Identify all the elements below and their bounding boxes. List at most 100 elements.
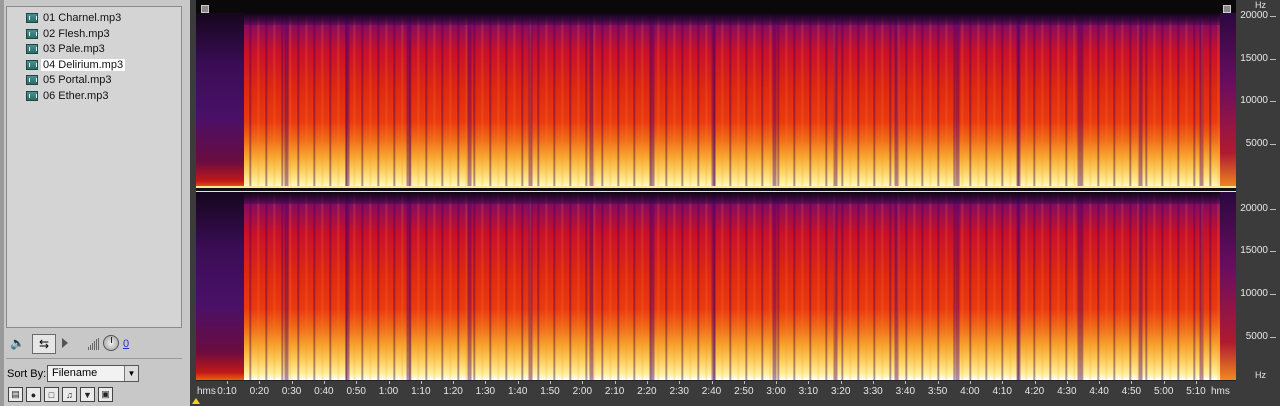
time-tick-label: 0:30 <box>281 386 302 397</box>
time-tick <box>227 381 228 384</box>
time-tick-label: 3:40 <box>895 386 916 397</box>
file-list-item[interactable]: 05 Portal.mp3 <box>26 73 113 87</box>
file-name: 06 Ether.mp3 <box>43 89 109 102</box>
channel-right-spectrogram[interactable] <box>196 192 1236 380</box>
time-tick-label: 2:20 <box>637 386 657 397</box>
spectrogram-silence-end <box>1220 192 1236 380</box>
audio-file-icon <box>26 44 38 54</box>
zoom-handle-left-icon[interactable] <box>201 5 209 13</box>
audio-file-icon <box>26 75 38 85</box>
audition-window: 01 Charnel.mp3 02 Flesh.mp3 03 Pale.mp3 04 … <box>0 0 1280 406</box>
panel-divider <box>6 358 182 359</box>
panel-edge <box>0 0 4 406</box>
record-button[interactable]: □ <box>44 387 59 402</box>
spectrogram-top-band <box>196 13 1236 25</box>
time-tick <box>550 381 551 384</box>
spectrogram-top-band <box>196 192 1236 204</box>
music-button[interactable]: ♫ <box>62 387 77 402</box>
file-name: 01 Charnel.mp3 <box>43 12 122 24</box>
speaker-icon[interactable]: 🔈 <box>10 336 25 350</box>
file-list-item[interactable]: 03 Pale.mp3 <box>26 42 107 56</box>
time-tick <box>1099 381 1101 384</box>
spectrogram-silence-start <box>196 13 244 188</box>
time-tick <box>711 381 713 384</box>
file-list-item[interactable]: 04 Delirium.mp3 <box>26 58 126 72</box>
volume-value[interactable]: 0 <box>123 338 129 350</box>
time-tick <box>1196 381 1197 384</box>
loop-button[interactable]: ⇆ <box>32 334 56 354</box>
file-list-item[interactable]: 06 Ether.mp3 <box>26 89 110 103</box>
time-ruler[interactable]: hms 0:10 0:20 0:30 0:40 0:50 1:00 1:10 1:20 1:30… <box>196 380 1236 400</box>
time-tick <box>388 381 390 384</box>
frequency-tick <box>1270 337 1276 338</box>
time-tick <box>873 381 874 384</box>
time-tick-label: 3:00 <box>766 386 786 397</box>
time-tick <box>1034 381 1036 384</box>
time-tick-label: 5:10 <box>1186 386 1206 397</box>
playhead-marker-icon[interactable] <box>192 398 200 404</box>
time-tick-label: 0:10 <box>217 386 237 397</box>
time-tick-label: 1:40 <box>507 386 528 397</box>
loop-icon: ⇆ <box>38 337 50 351</box>
frequency-tick-label: 5000 <box>1245 331 1268 342</box>
file-list[interactable]: 01 Charnel.mp3 02 Flesh.mp3 03 Pale.mp3 04 … <box>6 6 182 328</box>
time-tick <box>743 381 745 384</box>
time-tick-label: 2:40 <box>701 386 722 397</box>
time-unit-left: hms <box>197 386 216 397</box>
sort-by-value: Filename <box>52 367 98 379</box>
stop-button[interactable]: ● <box>26 387 41 402</box>
files-panel: 01 Charnel.mp3 02 Flesh.mp3 03 Pale.mp3 04 … <box>0 0 190 406</box>
chevron-down-icon[interactable]: ▼ <box>124 366 138 381</box>
time-tick-label: 0:50 <box>346 386 366 397</box>
spectrogram-image <box>196 13 1236 188</box>
time-tick <box>356 381 358 384</box>
zoom-handle-right-icon[interactable] <box>1223 5 1231 13</box>
insert-button[interactable]: ▤ <box>8 387 23 402</box>
time-tick <box>1131 381 1133 384</box>
time-tick-label: 3:50 <box>927 386 948 397</box>
volume-meter-icon <box>88 338 99 350</box>
frequency-tick-label: 10000 <box>1240 288 1268 299</box>
time-tick-label: 1:00 <box>378 386 399 397</box>
audio-file-icon <box>26 59 38 70</box>
time-tick <box>679 381 681 384</box>
time-tick <box>323 381 325 384</box>
time-tick-label: 1:10 <box>411 386 431 397</box>
time-tick <box>614 381 616 384</box>
time-tick-label: 3:30 <box>863 386 883 397</box>
transport-bar: 🔈 ⇆ 0 <box>6 333 182 355</box>
volume-knob[interactable] <box>103 335 119 351</box>
frequency-tick-label: 15000 <box>1240 245 1268 256</box>
insert-icon: ▤ <box>11 389 20 399</box>
sort-by-select[interactable]: Filename ▼ <box>47 365 139 382</box>
time-tick <box>259 381 261 384</box>
time-tick-label: 1:50 <box>540 386 560 397</box>
time-tick <box>808 381 810 384</box>
time-tick <box>517 381 519 384</box>
time-tick-label: 0:40 <box>314 386 334 397</box>
file-list-item[interactable]: 01 Charnel.mp3 <box>26 11 123 25</box>
time-tick-label: 2:00 <box>572 386 593 397</box>
audio-file-icon <box>26 90 38 101</box>
play-icon[interactable] <box>62 338 68 348</box>
file-name: 02 Flesh.mp3 <box>43 27 110 40</box>
time-tick-label: 0:20 <box>249 386 270 397</box>
spectral-frame[interactable] <box>196 0 1236 380</box>
spectrogram-image <box>196 192 1236 380</box>
channel-divider-dark <box>196 188 1236 191</box>
time-tick <box>646 381 648 384</box>
filter-button[interactable]: ▼ <box>80 387 95 402</box>
time-tick <box>420 381 422 384</box>
time-tick-label: 4:30 <box>1057 386 1077 397</box>
file-list-item[interactable]: 02 Flesh.mp3 <box>26 27 112 41</box>
time-tick <box>291 381 293 384</box>
tag-button[interactable]: ▣ <box>98 387 113 402</box>
time-unit-right: hms <box>1211 386 1230 397</box>
channel-left-spectrogram[interactable] <box>196 13 1236 188</box>
spectrogram-silence-end <box>1220 13 1236 188</box>
time-tick <box>453 381 455 384</box>
time-tick <box>485 381 487 384</box>
time-tick-label: 1:20 <box>443 386 463 397</box>
frequency-tick <box>1270 144 1276 145</box>
time-tick-label: 4:40 <box>1089 386 1109 397</box>
